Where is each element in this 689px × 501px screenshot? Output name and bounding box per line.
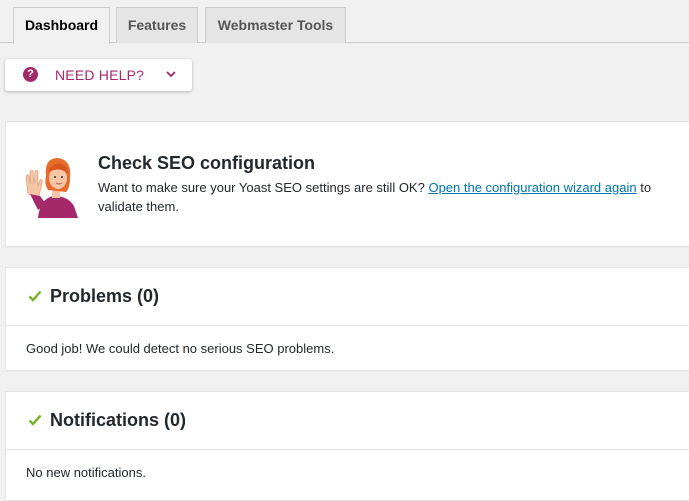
yoast-mascot-icon bbox=[25, 158, 78, 218]
notifications-panel: Notifications (0) No new notifications. bbox=[5, 391, 689, 501]
notifications-header: Notifications (0) bbox=[6, 392, 689, 450]
notifications-message: No new notifications. bbox=[26, 465, 146, 480]
problems-title: Problems (0) bbox=[50, 286, 160, 306]
config-description: Want to make sure your Yoast SEO setting… bbox=[98, 180, 652, 214]
config-title: Check SEO configuration bbox=[98, 153, 316, 173]
need-help-button[interactable]: ? NEED HELP? bbox=[5, 59, 192, 91]
problems-panel: Problems (0) Good job! We could detect n… bbox=[5, 267, 689, 371]
need-help-label: NEED HELP? bbox=[55, 67, 145, 83]
tab-dashboard[interactable]: Dashboard bbox=[13, 7, 110, 44]
problems-header: Problems (0) bbox=[6, 268, 689, 326]
question-circle-icon: ? bbox=[23, 67, 38, 82]
chevron-down-icon bbox=[166, 71, 176, 78]
notifications-title: Notifications (0) bbox=[50, 410, 187, 430]
tab-webmaster-tools[interactable]: Webmaster Tools bbox=[205, 7, 346, 43]
checkmark-icon bbox=[28, 290, 42, 302]
tab-features[interactable]: Features bbox=[116, 7, 198, 43]
tab-bar: Dashboard Features Webmaster Tools bbox=[0, 0, 689, 44]
configuration-wizard-link[interactable]: Open the configuration wizard again bbox=[428, 180, 636, 195]
seo-configuration-panel: Check SEO configuration Want to make sur… bbox=[5, 121, 689, 247]
checkmark-icon bbox=[28, 414, 42, 426]
problems-message: Good job! We could detect no serious SEO… bbox=[26, 341, 335, 356]
